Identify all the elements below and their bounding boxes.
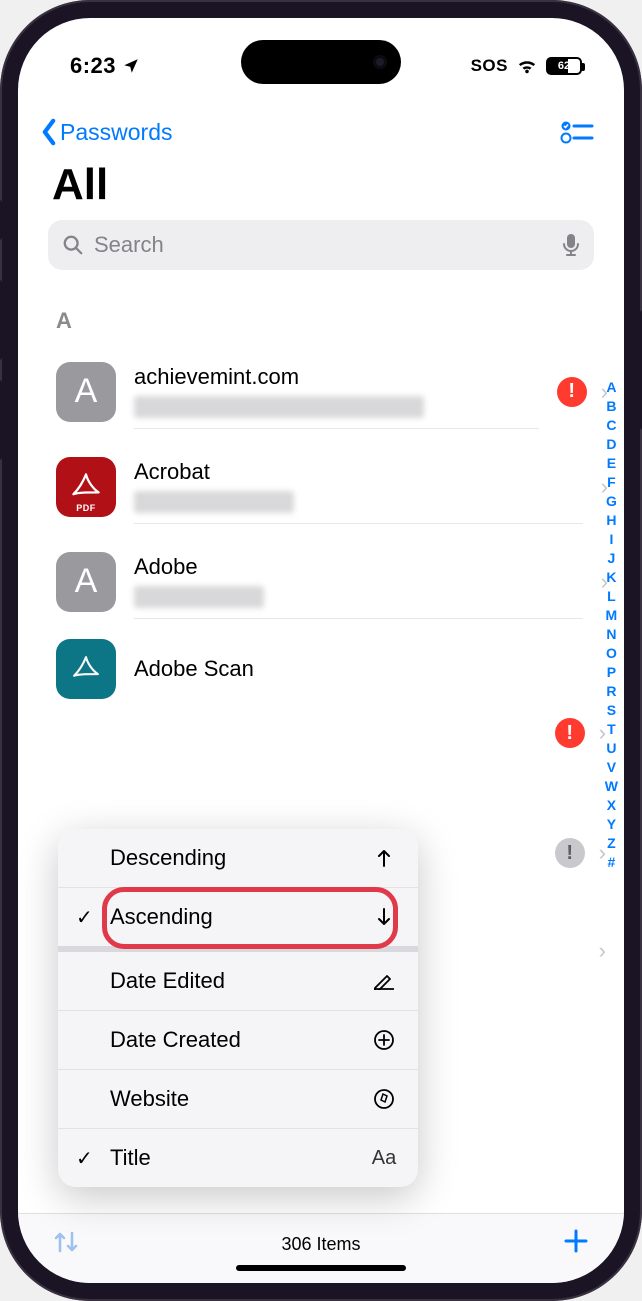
sort-date-edited[interactable]: Date Edited [58, 946, 418, 1010]
index-letter[interactable]: Y [607, 815, 616, 834]
app-icon: PDF [56, 457, 116, 517]
sort-date-created[interactable]: Date Created [58, 1010, 418, 1069]
index-letter[interactable]: P [607, 663, 616, 682]
sort-button[interactable] [52, 1229, 80, 1260]
sort-title[interactable]: ✓ Title Aa [58, 1128, 418, 1187]
index-letter[interactable]: S [607, 701, 616, 720]
index-letter[interactable]: C [606, 416, 616, 435]
battery-icon: 62 [546, 57, 582, 75]
dictate-icon[interactable] [562, 233, 580, 257]
search-placeholder: Search [94, 232, 552, 258]
battery-percent: 62 [548, 60, 580, 72]
list-item[interactable]: A Adobe › [18, 534, 624, 629]
status-time: 6:23 [70, 53, 116, 79]
dynamic-island [241, 40, 401, 84]
index-letter[interactable]: K [606, 568, 616, 587]
chevron-right-icon: › [599, 938, 606, 964]
location-icon [122, 57, 140, 75]
sort-website[interactable]: Website [58, 1069, 418, 1128]
security-alert-icon: ! [555, 718, 585, 748]
nav-bar: Passwords [18, 96, 624, 154]
index-letter[interactable]: H [606, 511, 616, 530]
index-letter[interactable]: M [606, 606, 618, 625]
home-indicator [236, 1265, 406, 1271]
item-subtitle-redacted [134, 586, 264, 608]
back-label: Passwords [60, 119, 172, 146]
side-button [0, 200, 2, 240]
index-letter[interactable]: I [609, 530, 613, 549]
security-alert-icon: ! [557, 377, 587, 407]
plus-circle-icon [372, 1029, 396, 1051]
index-letter[interactable]: E [607, 454, 616, 473]
screen: 6:23 SOS 62 Passwor [18, 18, 624, 1283]
index-letter[interactable]: F [607, 473, 616, 492]
index-letter[interactable]: L [607, 587, 616, 606]
index-letter[interactable]: B [606, 397, 616, 416]
chevron-left-icon [40, 118, 58, 146]
sort-descending[interactable]: Descending [58, 829, 418, 887]
index-letter[interactable]: N [606, 625, 616, 644]
pencil-line-icon [372, 972, 396, 990]
index-letter[interactable]: X [607, 796, 616, 815]
arrow-down-icon [372, 907, 396, 927]
list-item[interactable]: A achievemint.com ! › [18, 344, 624, 439]
index-letter[interactable]: G [606, 492, 617, 511]
index-letter[interactable]: J [607, 549, 615, 568]
page-title: All [18, 154, 624, 220]
device-frame: 6:23 SOS 62 Passwor [0, 0, 642, 1301]
checkmark-icon: ✓ [76, 1146, 93, 1171]
arrow-up-icon [372, 848, 396, 868]
index-letter[interactable]: A [606, 378, 616, 397]
app-icon: A [56, 362, 116, 422]
adobe-scan-logo-icon [69, 652, 103, 686]
text-format-icon: Aa [372, 1147, 396, 1170]
volume-down-button [0, 380, 2, 460]
sos-indicator: SOS [471, 56, 508, 76]
index-letter[interactable]: # [607, 853, 615, 872]
checkmark-icon: ✓ [76, 905, 93, 930]
list-item[interactable]: PDF Acrobat › [18, 439, 624, 534]
item-title: Adobe Scan [134, 656, 608, 682]
item-title: Acrobat [134, 459, 583, 485]
item-subtitle-redacted [134, 396, 424, 418]
app-icon: A [56, 552, 116, 612]
sort-ascending[interactable]: ✓ Ascending [58, 887, 418, 946]
index-letter[interactable]: T [607, 720, 616, 739]
security-alert-icon: ! [555, 838, 585, 868]
index-letter[interactable]: W [605, 777, 618, 796]
select-list-button[interactable] [560, 119, 594, 145]
back-button[interactable]: Passwords [40, 118, 172, 146]
item-title: achievemint.com [134, 364, 539, 390]
item-count: 306 Items [281, 1234, 360, 1255]
wifi-icon [516, 57, 538, 75]
pdf-badge: PDF [56, 503, 116, 513]
item-title: Adobe [134, 554, 583, 580]
bottom-toolbar: 306 Items [18, 1213, 624, 1283]
add-button[interactable] [562, 1225, 590, 1264]
index-letter[interactable]: D [606, 435, 616, 454]
index-letter[interactable]: V [607, 758, 616, 777]
sort-menu: Descending ✓ Ascending Date Edited [58, 829, 418, 1187]
volume-up-button [0, 280, 2, 360]
search-field[interactable]: Search [48, 220, 594, 270]
item-subtitle-redacted [134, 491, 294, 513]
search-icon [62, 234, 84, 256]
app-icon [56, 639, 116, 699]
section-header: A [18, 298, 624, 344]
index-letter[interactable]: O [606, 644, 617, 663]
compass-icon [372, 1088, 396, 1110]
list-item[interactable]: Adobe Scan [18, 629, 624, 709]
index-letter[interactable]: Z [607, 834, 616, 853]
index-letter[interactable]: R [606, 682, 616, 701]
alphabet-index[interactable]: ABCDEFGHIJKLMNOPRSTUVWXYZ# [605, 378, 618, 872]
acrobat-logo-icon [68, 469, 104, 505]
index-letter[interactable]: U [606, 739, 616, 758]
